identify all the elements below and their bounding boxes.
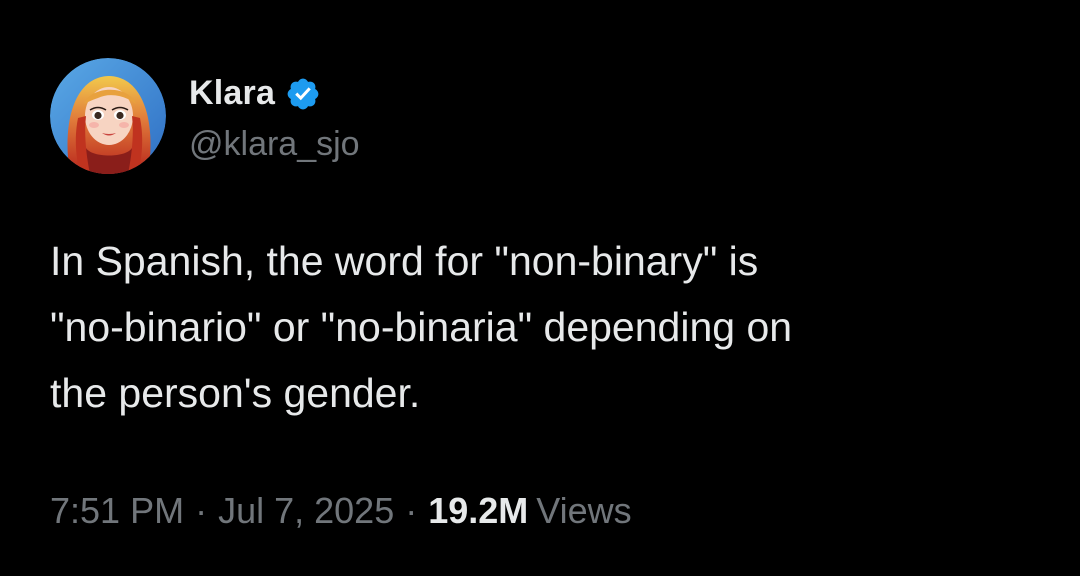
views-label: Views xyxy=(536,490,632,531)
author-display-name[interactable]: Klara xyxy=(189,74,275,113)
verified-badge-icon[interactable] xyxy=(285,76,321,112)
tweet-card: Klara @klara_sjo In Spanish, the word fo… xyxy=(0,0,1080,576)
views-count[interactable]: 19.2M xyxy=(428,490,528,532)
tweet-header: Klara @klara_sjo xyxy=(50,58,360,174)
meta-separator: · xyxy=(405,490,418,531)
tweet-meta: 7:51 PM · Jul 7, 2025 · 19.2M Views xyxy=(50,490,632,532)
author-handle[interactable]: @klara_sjo xyxy=(189,125,360,164)
tweet-text: In Spanish, the word for "non-binary" is… xyxy=(50,238,793,416)
name-row: Klara xyxy=(189,69,360,119)
timestamp-date[interactable]: Jul 7, 2025 xyxy=(218,490,394,532)
timestamp-time[interactable]: 7:51 PM xyxy=(50,490,184,532)
author-identity: Klara @klara_sjo xyxy=(189,58,360,174)
meta-separator: · xyxy=(195,490,208,531)
avatar[interactable] xyxy=(50,58,166,174)
avatar-illustration xyxy=(50,58,166,174)
